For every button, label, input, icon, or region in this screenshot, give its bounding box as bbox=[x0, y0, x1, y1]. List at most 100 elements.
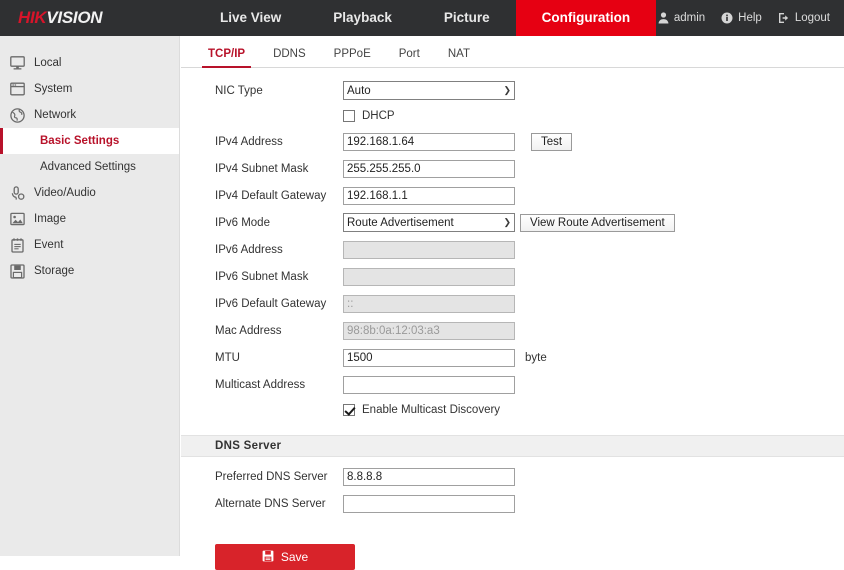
field-ipv4-subnet: IPv4 Subnet Mask bbox=[181, 156, 844, 181]
tab-bar: TCP/IP DDNS PPPoE Port NAT bbox=[181, 36, 844, 68]
tab-pppoe[interactable]: PPPoE bbox=[320, 48, 385, 67]
globe-icon bbox=[0, 107, 34, 123]
ipv4-gateway-input[interactable] bbox=[343, 186, 515, 205]
floppy-icon bbox=[262, 550, 274, 565]
logout-link[interactable]: Logout bbox=[778, 12, 830, 24]
sidebar-item-system[interactable]: System bbox=[0, 76, 179, 102]
field-ipv6-gateway: IPv6 Default Gateway bbox=[181, 291, 844, 316]
ipv6-subnet-input bbox=[343, 267, 515, 286]
nav-playback[interactable]: Playback bbox=[307, 0, 418, 36]
sidebar-item-event[interactable]: Event bbox=[0, 232, 179, 258]
save-button-wrapper: Save bbox=[181, 544, 844, 570]
field-alternate-dns: Alternate DNS Server bbox=[181, 491, 844, 516]
label-multicast-address: Multicast Address bbox=[215, 378, 306, 391]
tab-port[interactable]: Port bbox=[385, 48, 434, 67]
sidebar-label-system: System bbox=[34, 83, 73, 95]
sidebar-item-network[interactable]: Network bbox=[0, 102, 179, 128]
field-multicast-discovery: Enable Multicast Discovery bbox=[181, 399, 844, 421]
dhcp-checkbox[interactable] bbox=[343, 110, 355, 122]
label-ipv6-gateway: IPv6 Default Gateway bbox=[215, 297, 327, 310]
label-ipv6-subnet: IPv6 Subnet Mask bbox=[215, 270, 309, 283]
field-ipv6-address: IPv6 Address bbox=[181, 237, 844, 262]
clipboard-icon bbox=[0, 237, 34, 253]
info-icon bbox=[721, 12, 733, 24]
field-nic-type: NIC Type Auto ❯ bbox=[181, 78, 844, 103]
ipv6-mode-value: Route Advertisement bbox=[347, 216, 454, 229]
ipv6-address-input bbox=[343, 240, 515, 259]
field-dhcp: DHCP bbox=[181, 105, 844, 127]
nic-type-select[interactable]: Auto ❯ bbox=[343, 81, 515, 100]
user-icon bbox=[658, 12, 669, 24]
tcpip-form: NIC Type Auto ❯ DHCP IPv4 Address Test bbox=[181, 68, 844, 570]
label-mac-address: Mac Address bbox=[215, 324, 282, 337]
ipv6-mode-select[interactable]: Route Advertisement ❯ bbox=[343, 213, 515, 232]
field-ipv4-gateway: IPv4 Default Gateway bbox=[181, 183, 844, 208]
help-link[interactable]: Help bbox=[721, 12, 762, 24]
mtu-input[interactable] bbox=[343, 348, 515, 367]
ipv4-subnet-input[interactable] bbox=[343, 159, 515, 178]
tab-ddns[interactable]: DDNS bbox=[259, 48, 320, 67]
ipv4-address-input[interactable] bbox=[343, 132, 515, 151]
sidebar-label-local: Local bbox=[34, 57, 62, 69]
save-button-label: Save bbox=[280, 550, 309, 564]
label-preferred-dns: Preferred DNS Server bbox=[215, 470, 328, 483]
sidebar-item-local[interactable]: Local bbox=[0, 50, 179, 76]
microphone-icon bbox=[0, 185, 34, 201]
test-button[interactable]: Test bbox=[531, 132, 573, 151]
field-ipv6-mode: IPv6 Mode Route Advertisement ❯ View Rou… bbox=[181, 210, 844, 235]
multicast-discovery-checkbox[interactable] bbox=[343, 404, 355, 416]
view-route-advertisement-button[interactable]: View Route Advertisement bbox=[520, 213, 675, 232]
chevron-down-icon: ❯ bbox=[503, 217, 511, 227]
sidebar-label-event: Event bbox=[34, 239, 64, 251]
sidebar-label-storage: Storage bbox=[34, 265, 75, 277]
tab-nat[interactable]: NAT bbox=[434, 48, 484, 67]
nav-configuration[interactable]: Configuration bbox=[515, 0, 657, 36]
content-area: TCP/IP DDNS PPPoE Port NAT NIC Type Auto… bbox=[181, 36, 844, 570]
label-mtu: MTU bbox=[215, 351, 240, 364]
field-mac-address: Mac Address bbox=[181, 318, 844, 343]
multicast-address-input[interactable] bbox=[343, 375, 515, 394]
logout-label: Logout bbox=[794, 12, 830, 24]
label-ipv4-gateway: IPv4 Default Gateway bbox=[215, 189, 327, 202]
ipv6-gateway-input bbox=[343, 294, 515, 313]
label-dhcp[interactable]: DHCP bbox=[362, 110, 395, 122]
label-ipv6-address: IPv6 Address bbox=[215, 243, 283, 256]
chevron-down-icon: ❯ bbox=[503, 85, 511, 95]
label-alternate-dns: Alternate DNS Server bbox=[215, 497, 326, 510]
monitor-icon bbox=[0, 56, 34, 70]
sidebar-label-video-audio: Video/Audio bbox=[34, 187, 96, 199]
sidebar-item-image[interactable]: Image bbox=[0, 206, 179, 232]
label-ipv6-mode: IPv6 Mode bbox=[215, 216, 270, 229]
sidebar-label-advanced-settings: Advanced Settings bbox=[40, 161, 136, 173]
admin-user[interactable]: admin bbox=[658, 12, 705, 24]
nav-picture[interactable]: Picture bbox=[418, 0, 516, 36]
nav-live-view[interactable]: Live View bbox=[194, 0, 307, 36]
field-ipv4-address: IPv4 Address Test bbox=[181, 129, 844, 154]
save-button[interactable]: Save bbox=[215, 544, 355, 570]
tab-tcpip[interactable]: TCP/IP bbox=[194, 48, 259, 68]
field-ipv6-subnet: IPv6 Subnet Mask bbox=[181, 264, 844, 289]
logout-icon bbox=[778, 12, 790, 24]
mtu-unit-label: byte bbox=[525, 351, 547, 364]
window-icon bbox=[0, 82, 34, 96]
field-multicast-address: Multicast Address bbox=[181, 372, 844, 397]
sidebar-item-basic-settings[interactable]: Basic Settings bbox=[0, 128, 179, 154]
mac-address-input bbox=[343, 321, 515, 340]
picture-icon bbox=[0, 212, 34, 226]
sidebar-label-network: Network bbox=[34, 109, 77, 121]
preferred-dns-input[interactable] bbox=[343, 467, 515, 486]
sidebar-item-storage[interactable]: Storage bbox=[0, 258, 179, 284]
hikvision-logo: HIK VISION bbox=[0, 0, 180, 36]
help-label: Help bbox=[738, 12, 762, 24]
logo-hik: HIK bbox=[18, 8, 47, 27]
label-multicast-discovery[interactable]: Enable Multicast Discovery bbox=[362, 404, 500, 416]
sidebar-item-video-audio[interactable]: Video/Audio bbox=[0, 180, 179, 206]
logo-vision: VISION bbox=[46, 8, 103, 27]
label-ipv4-address: IPv4 Address bbox=[215, 135, 283, 148]
user-navigation: admin Help Logout bbox=[658, 0, 844, 36]
alternate-dns-input[interactable] bbox=[343, 494, 515, 513]
admin-label: admin bbox=[673, 12, 706, 24]
top-bar: HIK VISION Live View Playback Picture Con… bbox=[0, 0, 844, 36]
sidebar: Local System Network Basic Settings Adva… bbox=[0, 36, 180, 556]
sidebar-item-advanced-settings[interactable]: Advanced Settings bbox=[0, 154, 179, 180]
